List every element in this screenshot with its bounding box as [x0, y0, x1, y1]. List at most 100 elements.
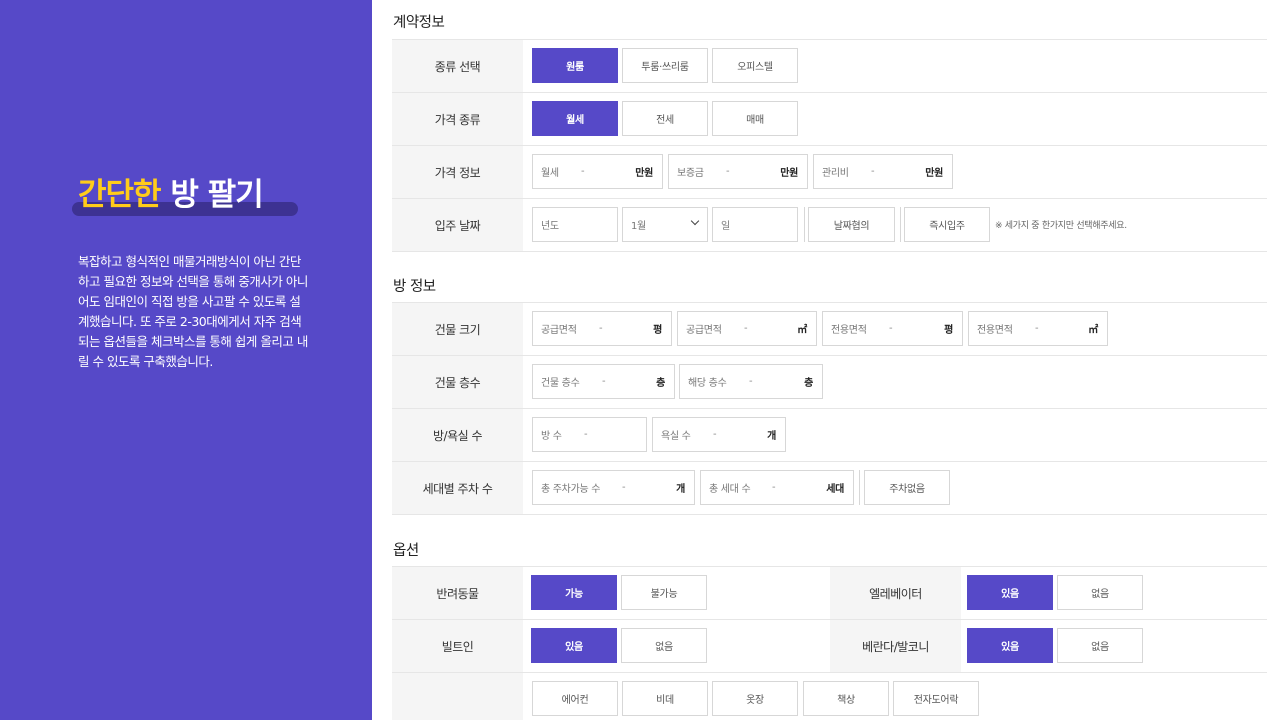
field-dash: -	[602, 376, 606, 387]
deposit-input[interactable]: 보증금 - 만원	[668, 154, 808, 189]
field-unit: 개	[676, 484, 685, 495]
section-title-room: 방 정보	[393, 279, 436, 295]
maintenance-fee-input[interactable]: 관리비 - 만원	[813, 154, 953, 189]
unit-floor-input[interactable]: 해당 층수 - 층	[679, 364, 823, 399]
bathroom-count-input[interactable]: 욕실 수 - 개	[652, 417, 786, 452]
row-type: 종류 선택 원룸 투룸·쓰리룸 오피스텔	[392, 40, 1267, 93]
row-label-type: 종류 선택	[392, 40, 523, 92]
option-aircon-button[interactable]: 에어컨	[532, 681, 618, 716]
field-placeholder: 건물 층수	[541, 378, 580, 389]
room-count-input[interactable]: 방 수 -	[532, 417, 647, 452]
no-parking-button[interactable]: 주차없음	[864, 470, 950, 505]
supply-area-pyeong-input[interactable]: 공급면적 - 평	[532, 311, 672, 346]
date-negotiable-button[interactable]: 날짜협의	[808, 207, 895, 242]
hero-title-highlight: 간단한	[78, 177, 162, 213]
hero-title-wrap: 간단한 방 팔기	[72, 176, 298, 216]
section-title-contract: 계약정보	[393, 15, 445, 31]
row-label-rooms-baths: 방/욕실 수	[392, 409, 523, 461]
move-in-day-input[interactable]: 일	[712, 207, 798, 242]
field-dash: -	[744, 323, 748, 334]
field-placeholder: 보증금	[677, 168, 704, 179]
option-doorlock-button[interactable]: 전자도어락	[893, 681, 979, 716]
price-type-jeonse[interactable]: 전세	[622, 101, 708, 136]
field-dash: -	[581, 166, 585, 177]
elevator-yes-button[interactable]: 있음	[967, 575, 1053, 610]
total-households-input[interactable]: 총 세대 수 - 세대	[700, 470, 854, 505]
row-label-price-type: 가격 종류	[392, 93, 523, 145]
divider	[804, 207, 805, 242]
options-table: 반려동물 가능 불가능 엘레베이터 있음 없음 빌트인 있음 없음 베란다/발코…	[392, 566, 1267, 720]
field-dash: -	[726, 166, 730, 177]
field-unit: 만원	[925, 168, 943, 179]
builtin-no-button[interactable]: 없음	[621, 628, 707, 663]
field-placeholder: 총 세대 수	[709, 484, 751, 495]
field-unit: 평	[653, 325, 662, 336]
field-dash: -	[871, 166, 875, 177]
option-desk-button[interactable]: 책상	[803, 681, 889, 716]
row-label-builtin: 빌트인	[392, 620, 523, 672]
field-dash: -	[713, 429, 717, 440]
row-label-option-items	[392, 673, 523, 720]
field-dash: -	[584, 429, 588, 440]
move-in-note: ※ 세가지 중 한가지만 선택해주세요.	[995, 221, 1127, 231]
row-rooms-baths: 방/욕실 수 방 수 - 욕실 수 - 개	[392, 409, 1267, 462]
option-bidet-button[interactable]: 비데	[622, 681, 708, 716]
field-unit: 층	[804, 378, 813, 389]
divider	[859, 470, 860, 505]
move-in-month-select[interactable]: 1월	[622, 207, 708, 242]
total-parking-input[interactable]: 총 주차가능 수 - 개	[532, 470, 695, 505]
row-label-move-in: 입주 날짜	[392, 199, 523, 251]
field-dash: -	[772, 482, 776, 493]
row-builtin-balcony: 빌트인 있음 없음 베란다/발코니 있음 없음	[392, 620, 1267, 673]
row-parking: 세대별 주차 수 총 주차가능 수 - 개 총 세대 수 - 세대 주차없음	[392, 462, 1267, 515]
exclusive-area-sqm-input[interactable]: 전용면적 - ㎡	[968, 311, 1108, 346]
move-in-year-input[interactable]: 년도	[532, 207, 618, 242]
price-type-monthly[interactable]: 월세	[532, 101, 618, 136]
field-unit: 층	[656, 378, 665, 389]
field-unit: 개	[767, 431, 776, 442]
balcony-yes-button[interactable]: 있음	[967, 628, 1053, 663]
type-option-tworoom[interactable]: 투룸·쓰리룸	[622, 48, 708, 83]
row-label-balcony: 베란다/발코니	[830, 620, 961, 672]
field-dash: -	[599, 323, 603, 334]
field-placeholder: 관리비	[822, 168, 849, 179]
row-pets-elevator: 반려동물 가능 불가능 엘레베이터 있음 없음	[392, 567, 1267, 620]
building-floors-input[interactable]: 건물 층수 - 층	[532, 364, 675, 399]
pets-not-allowed-button[interactable]: 불가능	[621, 575, 707, 610]
elevator-no-button[interactable]: 없음	[1057, 575, 1143, 610]
option-wardrobe-button[interactable]: 옷장	[712, 681, 798, 716]
balcony-no-button[interactable]: 없음	[1057, 628, 1143, 663]
intro-description: 복잡하고 형식적인 매물거래방식이 아닌 간단하고 필요한 정보와 선택을 통해…	[78, 254, 308, 369]
type-option-officetel[interactable]: 오피스텔	[712, 48, 798, 83]
price-type-sale[interactable]: 매매	[712, 101, 798, 136]
type-option-oneroom[interactable]: 원룸	[532, 48, 618, 83]
row-label-pets: 반려동물	[392, 567, 523, 619]
field-placeholder: 방 수	[541, 431, 562, 442]
field-placeholder: 욕실 수	[661, 431, 691, 442]
field-placeholder: 년도	[541, 221, 559, 232]
field-placeholder: 일	[721, 221, 730, 232]
hero-title: 간단한 방 팔기	[78, 176, 264, 214]
field-placeholder: 총 주차가능 수	[541, 484, 601, 495]
hero-title-rest: 방 팔기	[170, 177, 263, 213]
exclusive-area-pyeong-input[interactable]: 전용면적 - 평	[822, 311, 963, 346]
room-table: 건물 크기 공급면적 - 평 공급면적 - ㎡ 전용면적 - 평 전용면적 - …	[392, 302, 1267, 515]
field-unit: 만원	[780, 168, 798, 179]
field-unit: ㎡	[1088, 325, 1098, 336]
builtin-yes-button[interactable]: 있음	[531, 628, 617, 663]
row-label-price-info: 가격 정보	[392, 146, 523, 198]
contract-table: 종류 선택 원룸 투룸·쓰리룸 오피스텔 가격 종류 월세 전세 매매 가격 정…	[392, 39, 1267, 252]
immediate-move-in-button[interactable]: 즉시입주	[904, 207, 990, 242]
pets-allowed-button[interactable]: 가능	[531, 575, 617, 610]
intro-panel: 간단한 방 팔기 복잡하고 형식적인 매물거래방식이 아닌 간단하고 필요한 정…	[0, 0, 372, 720]
monthly-rent-input[interactable]: 월세 - 만원	[532, 154, 663, 189]
row-label-elevator: 엘레베이터	[830, 567, 961, 619]
supply-area-sqm-input[interactable]: 공급면적 - ㎡	[677, 311, 817, 346]
field-dash: -	[749, 376, 753, 387]
chevron-down-icon	[690, 216, 700, 226]
select-value: 1월	[631, 221, 646, 232]
field-unit: 평	[944, 325, 953, 336]
row-move-in: 입주 날짜 년도 1월 일 날짜협의 즉시입주 ※ 세가지 중 한가지만 선택해…	[392, 199, 1267, 252]
field-unit: 만원	[635, 168, 653, 179]
field-unit: 세대	[826, 484, 844, 495]
